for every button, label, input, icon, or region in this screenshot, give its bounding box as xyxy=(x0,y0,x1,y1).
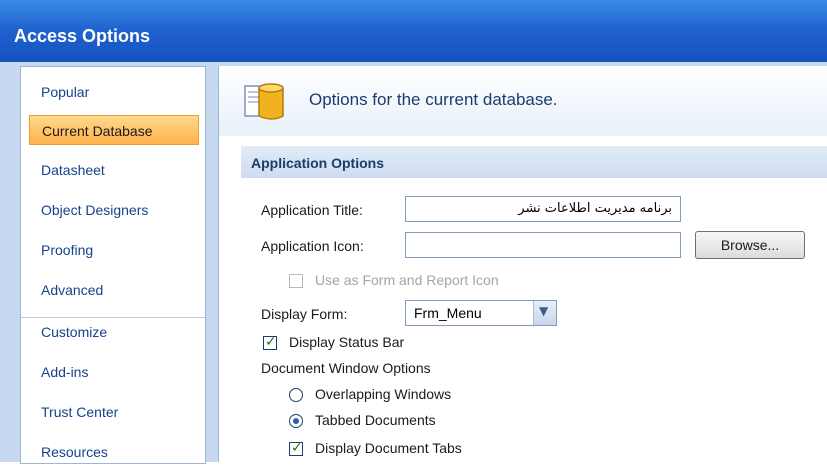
options-sidebar: Popular Current Database Datasheet Objec… xyxy=(20,66,206,464)
sidebar-item-datasheet[interactable]: Datasheet xyxy=(29,155,199,185)
sidebar-item-advanced[interactable]: Advanced xyxy=(29,275,199,305)
checkmark-icon: ✓ xyxy=(291,440,303,456)
display-form-select[interactable]: Frm_Menu ▼ xyxy=(405,300,557,326)
sidebar-item-object-designers[interactable]: Object Designers xyxy=(29,195,199,225)
display-document-tabs-label: Display Document Tabs xyxy=(315,440,462,456)
radio-selected-dot xyxy=(293,418,299,424)
sidebar-item-popular[interactable]: Popular xyxy=(29,77,199,107)
title-bar: Access Options xyxy=(0,0,827,62)
sidebar-item-customize[interactable]: Customize xyxy=(29,317,199,347)
window-title: Access Options xyxy=(14,26,151,46)
use-as-form-icon-checkbox[interactable] xyxy=(289,274,303,288)
display-document-tabs-checkbox[interactable]: ✓ xyxy=(289,440,303,456)
display-form-value: Frm_Menu xyxy=(414,305,482,321)
dropdown-arrow-icon[interactable]: ▼ xyxy=(533,301,556,325)
application-title-input[interactable]: برنامه مدیریت اطلاعات نشر xyxy=(405,196,681,222)
document-window-options-label: Document Window Options xyxy=(261,360,431,376)
display-status-bar-label: Display Status Bar xyxy=(289,334,405,350)
sidebar-item-trust-center[interactable]: Trust Center xyxy=(29,397,199,427)
sidebar-item-current-database[interactable]: Current Database xyxy=(29,115,199,145)
sidebar-item-add-ins[interactable]: Add-ins xyxy=(29,357,199,387)
section-title: Application Options xyxy=(251,155,384,171)
application-options-section-header: Application Options xyxy=(241,146,827,178)
panel-header: Options for the current database. xyxy=(219,66,827,136)
database-icon xyxy=(244,83,284,120)
sidebar-item-proofing[interactable]: Proofing xyxy=(29,235,199,265)
tabbed-documents-label: Tabbed Documents xyxy=(315,412,436,428)
application-title-label: Application Title: xyxy=(261,202,363,218)
panel-header-text: Options for the current database. xyxy=(309,90,558,109)
application-icon-label: Application Icon: xyxy=(261,238,364,254)
display-form-label: Display Form: xyxy=(261,306,348,322)
use-as-form-icon-label: Use as Form and Report Icon xyxy=(315,272,499,288)
options-panel: Options for the current database. Applic… xyxy=(218,66,827,462)
sidebar-item-resources[interactable]: Resources xyxy=(29,437,199,467)
checkmark-icon: ✓ xyxy=(265,334,277,350)
overlapping-windows-radio[interactable] xyxy=(289,388,303,402)
application-icon-input[interactable] xyxy=(405,232,681,258)
tabbed-documents-radio[interactable] xyxy=(289,414,303,428)
display-status-bar-checkbox[interactable]: ✓ xyxy=(263,334,277,350)
browse-button[interactable]: Browse... xyxy=(695,231,805,259)
overlapping-windows-label: Overlapping Windows xyxy=(315,386,452,402)
